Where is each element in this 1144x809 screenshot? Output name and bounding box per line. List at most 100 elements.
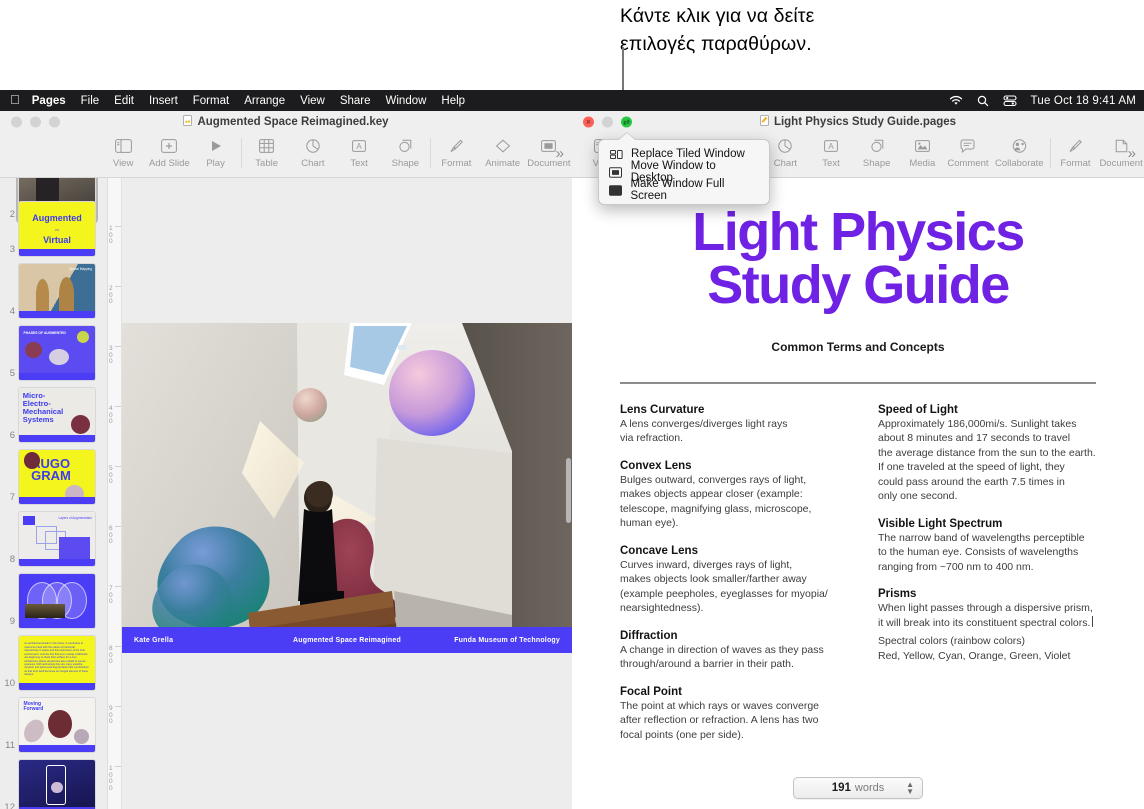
keynote-toolbar-format[interactable]: Format — [433, 133, 479, 177]
document-right-column[interactable]: Speed of Light Approximately 186,000mi/s.… — [878, 404, 1096, 757]
slide-navigator-item[interactable]: 7 AUGO GRAM — [0, 449, 107, 505]
keynote-toolbar-text[interactable]: A Text — [336, 133, 382, 177]
menu-item-help[interactable]: Help — [441, 95, 465, 107]
pages-toolbar-shape[interactable]: Shape — [854, 133, 900, 177]
menu-item-arrange[interactable]: Arrange — [244, 95, 285, 107]
slide-thumbnail[interactable]: AUGO GRAM — [18, 449, 96, 505]
keynote-slide-canvas[interactable]: Kate Grella Augmented Space Reimagined F… — [122, 178, 572, 809]
slide-navigator-item[interactable]: 8 Layers of Augmentation — [0, 511, 107, 567]
menu-item-format[interactable]: Format — [193, 95, 229, 107]
keynote-minimize-button[interactable] — [30, 116, 41, 128]
menu-bar-clock[interactable]: Tue Oct 18 9:41 AM — [1031, 95, 1136, 107]
callout-text: Κάντε κλικ για να δείτε επιλογές παραθύρ… — [620, 2, 1050, 58]
word-count-stepper[interactable]: ▲ ▼ — [906, 781, 914, 796]
slide-thumbnail[interactable]: Micro- Electro- Mechanical Systems — [18, 387, 96, 443]
apple-logo-icon[interactable]:  — [10, 93, 20, 106]
keynote-toolbar-shape[interactable]: Shape — [382, 133, 428, 177]
slide-number: 11 — [5, 740, 15, 751]
term-heading: Prisms — [878, 588, 917, 601]
keynote-toolbar-view-label: View — [112, 158, 134, 169]
menu-item-view[interactable]: View — [300, 95, 325, 107]
keynote-traffic-lights — [11, 116, 60, 128]
slide-navigator-item[interactable]: 11 Moving Forward — [0, 697, 107, 753]
collaborate-icon — [1011, 136, 1028, 156]
window-options-menu[interactable]: Replace Tiled Window Move Window to Desk… — [598, 139, 770, 205]
pages-minimize-button[interactable] — [602, 116, 613, 128]
slide-thumbnail[interactable]: Moving Forward — [18, 697, 96, 753]
keynote-document-icon — [183, 115, 193, 129]
pages-toolbar-collaborate[interactable]: Collaborate — [991, 133, 1048, 177]
slide-footer-title: Augmented Space Reimagined — [293, 636, 401, 644]
current-slide[interactable]: Kate Grella Augmented Space Reimagined F… — [122, 323, 572, 653]
slide-navigator-item[interactable]: 6 Micro- Electro- Mechanical Systems — [0, 387, 107, 443]
document-title[interactable]: Light Physics Study Guide — [620, 205, 1096, 312]
keynote-toolbar-animate[interactable]: Animate — [480, 133, 526, 177]
keynote-toolbar-table[interactable]: Table — [244, 133, 290, 177]
keynote-toolbar-view[interactable]: View — [100, 133, 146, 177]
callout-line-1: Κάντε κλικ για να δείτε — [620, 5, 815, 27]
slide-navigator-item[interactable]: 5 PHASES OF AUGMENTED — [0, 325, 107, 381]
menu-item-make-window-full-screen[interactable]: Make Window Full Screen — [599, 178, 769, 202]
pages-toolbar-collaborate-label: Collaborate — [995, 158, 1044, 169]
keynote-toolbar-add-slide[interactable]: Add Slide — [146, 133, 192, 177]
pages-toolbar-text[interactable]: A Text — [808, 133, 854, 177]
chart-pie-icon — [778, 136, 793, 156]
slide-thumbnail[interactable] — [18, 759, 96, 809]
pages-close-button[interactable]: × — [583, 116, 594, 128]
keynote-slide-navigator[interactable]: 2 3 Augmented vs Virtual 4 Spatial Mapping 5… — [0, 178, 108, 809]
menu-item-share[interactable]: Share — [340, 95, 371, 107]
thumbnail-footer-bar — [19, 373, 95, 380]
slide-number: 6 — [9, 430, 15, 441]
keynote-zoom-button[interactable] — [49, 116, 60, 128]
slide-thumbnail[interactable]: An architecture leader in the future: A … — [18, 635, 96, 691]
spectral-colors-note: Spectral colors (rainbow colors) Red, Ye… — [878, 635, 1071, 662]
keynote-canvas-scrollbar[interactable] — [566, 458, 571, 523]
menu-item-edit[interactable]: Edit — [114, 95, 134, 107]
keynote-toolbar-play[interactable]: Play — [192, 133, 238, 177]
control-center-icon[interactable] — [1002, 95, 1017, 106]
slide-thumbnail[interactable]: PHASES OF AUGMENTED — [18, 325, 96, 381]
keynote-toolbar-document[interactable]: Document — [526, 133, 572, 177]
keynote-toolbar-chart[interactable]: Chart — [290, 133, 336, 177]
term-body: A lens converges/diverges light rays via… — [620, 417, 788, 445]
document-subtitle[interactable]: Common Terms and Concepts — [620, 340, 1096, 354]
pages-document-page[interactable]: Light Physics Study Guide Common Terms a… — [572, 178, 1144, 809]
slide-thumbnail[interactable] — [18, 573, 96, 629]
menu-item-file[interactable]: File — [81, 95, 100, 107]
pages-toolbar-comment-label: Comment — [947, 158, 989, 169]
pages-toolbar-format[interactable]: Format — [1053, 133, 1099, 177]
pages-toolbar-comment[interactable]: Comment — [945, 133, 991, 177]
menu-item-insert[interactable]: Insert — [149, 95, 178, 107]
slide-navigator-item[interactable]: 9 — [0, 573, 107, 629]
pages-toolbar-document[interactable]: Document — [1098, 133, 1144, 177]
document-left-column[interactable]: Lens Curvature A lens converges/diverges … — [620, 404, 838, 757]
slide-navigator-item[interactable]: 10 An architecture leader in the future:… — [0, 635, 107, 691]
slide-thumbnail[interactable]: Layers of Augmentation — [18, 511, 96, 567]
menu-item-pages[interactable]: Pages — [32, 95, 66, 107]
slide-navigator-item[interactable]: 4 Spatial Mapping — [0, 263, 107, 319]
pages-toolbar-document-label: Document — [1099, 158, 1143, 169]
slide-thumbnail[interactable]: Spatial Mapping — [18, 263, 96, 319]
keynote-window-title: Augmented Space Reimagined.key — [197, 116, 389, 128]
chart-pie-icon — [306, 136, 320, 156]
keynote-close-button[interactable] — [11, 116, 22, 128]
pages-toolbar-media[interactable]: Media — [899, 133, 945, 177]
ruler-tick-label: 300 — [109, 345, 113, 365]
menu-item-window[interactable]: Window — [386, 95, 427, 107]
wifi-icon[interactable] — [949, 95, 963, 106]
format-brush-icon — [1068, 136, 1083, 156]
keynote-titlebar[interactable]: Augmented Space Reimagined.key — [0, 111, 572, 133]
slide-navigator-item[interactable]: 12 — [0, 759, 107, 809]
search-icon[interactable] — [977, 95, 989, 107]
chevron-double-right-icon[interactable]: » — [1128, 145, 1136, 162]
slide-thumbnail[interactable]: Augmented vs Virtual — [18, 201, 96, 257]
term-body: A change in direction of waves as they p… — [620, 643, 824, 671]
chevron-double-right-icon[interactable]: » — [556, 145, 564, 162]
term-heading: Convex Lens — [620, 459, 692, 472]
word-count-badge[interactable]: 191 words ▲ ▼ — [793, 777, 923, 799]
pages-zoom-button[interactable]: ⇄ — [621, 116, 632, 128]
slide-navigator-item[interactable]: 3 Augmented vs Virtual — [0, 201, 107, 257]
keynote-toolbar-chart-label: Chart — [301, 158, 325, 169]
pages-titlebar[interactable]: × ⇄ Light Physics Study Guide.pages — [572, 111, 1144, 133]
slide-footer-org: Funda Museum of Technology — [454, 636, 560, 644]
